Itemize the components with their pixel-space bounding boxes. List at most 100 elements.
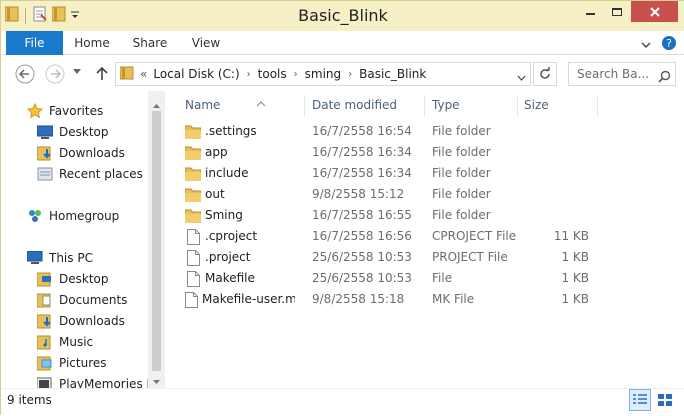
help-icon[interactable]: ? — [661, 35, 677, 54]
file-name-cell[interactable]: .cproject — [185, 226, 295, 247]
file-date: 9/8/2558 15:18 — [312, 292, 405, 306]
back-button[interactable] — [15, 64, 35, 84]
scroll-down-icon[interactable] — [153, 374, 160, 388]
breadcrumb-overflow[interactable]: « — [140, 67, 147, 81]
search-icon[interactable] — [658, 68, 671, 85]
file-name-cell[interactable]: Makefile — [185, 268, 295, 289]
column-divider[interactable] — [424, 95, 425, 117]
column-divider[interactable] — [304, 95, 305, 117]
large-icons-view-button[interactable] — [654, 389, 676, 411]
file-size — [517, 163, 589, 184]
details-view-button[interactable] — [629, 389, 651, 411]
nav-homegroup[interactable]: Homegroup — [27, 206, 119, 226]
search-input[interactable]: Search Ba... — [568, 62, 676, 86]
music-folder-icon — [37, 334, 53, 350]
file-name-cell[interactable]: include — [185, 163, 295, 184]
nav-favorites-downloads[interactable]: Downloads — [37, 143, 125, 163]
nav-pc-documents[interactable]: Documents — [37, 290, 127, 310]
file-name-cell[interactable]: app — [185, 142, 295, 163]
file-row[interactable]: Makefile-user.mk 9/8/2558 15:18 MK File 1 K… — [165, 289, 684, 310]
column-header-name[interactable]: Name — [185, 93, 266, 117]
nav-pc-desktop[interactable]: Desktop — [37, 269, 109, 289]
nav-pc-downloads[interactable]: Downloads — [37, 311, 125, 331]
explorer-window: Basic_Blink File Home Share View ? « Loc… — [0, 0, 684, 416]
tab-file[interactable]: File — [6, 31, 63, 55]
file-row[interactable]: .project 25/6/2558 10:53 PROJECT File 1 KB — [165, 247, 684, 268]
folder-icon — [185, 187, 201, 203]
downloads-icon — [37, 145, 53, 161]
title-bar: Basic_Blink — [1, 1, 684, 31]
nav-favorites-desktop[interactable]: Desktop — [37, 122, 109, 142]
maximize-button[interactable] — [604, 1, 630, 22]
recent-places-icon — [37, 166, 53, 182]
file-row[interactable]: out 9/8/2558 15:12 File folder — [165, 184, 684, 205]
large-icons-view-icon — [658, 394, 672, 406]
file-name: .cproject — [205, 229, 258, 243]
column-header-size[interactable]: Size — [524, 93, 549, 117]
back-arrow-icon — [15, 64, 35, 84]
tab-view[interactable]: View — [181, 31, 231, 55]
refresh-button[interactable] — [533, 62, 557, 86]
file-size: 1 KB — [561, 250, 589, 264]
address-dropdown-icon[interactable] — [517, 70, 526, 84]
file-size — [517, 205, 589, 226]
tab-home[interactable]: Home — [67, 31, 117, 55]
file-size: 1 KB — [561, 292, 589, 306]
nav-pc-pictures[interactable]: Pictures — [37, 353, 107, 373]
column-divider[interactable] — [517, 95, 518, 117]
file-name: Makefile — [205, 271, 255, 285]
file-name-cell[interactable]: .project — [185, 247, 295, 268]
address-bar[interactable]: « Local Disk (C:) › tools › sming › Basi… — [115, 62, 531, 86]
column-header-type[interactable]: Type — [432, 93, 460, 117]
nav-pc-music[interactable]: Music — [37, 332, 93, 352]
nav-pc-playmemories[interactable]: PlayMemories Ho — [37, 374, 148, 388]
breadcrumb-item-sming[interactable]: sming — [305, 67, 342, 81]
file-icon — [185, 291, 198, 308]
minimize-button[interactable] — [577, 1, 603, 22]
file-icon — [185, 228, 201, 245]
file-name: app — [205, 145, 228, 159]
breadcrumb-item-tools[interactable]: tools — [258, 67, 287, 81]
file-size — [517, 184, 589, 205]
breadcrumb-separator-icon[interactable]: › — [247, 69, 251, 80]
pictures-folder-icon — [37, 355, 53, 371]
desktop-icon — [37, 124, 53, 140]
scrollbar-thumb[interactable] — [152, 111, 161, 371]
expand-ribbon-icon[interactable] — [641, 38, 651, 52]
nav-this-pc[interactable]: This PC — [27, 248, 93, 268]
search-placeholder: Search Ba... — [577, 67, 650, 81]
tab-share[interactable]: Share — [125, 31, 175, 55]
nav-favorites[interactable]: Favorites — [27, 101, 103, 121]
close-button[interactable] — [631, 1, 678, 22]
scroll-up-icon[interactable] — [153, 97, 160, 111]
column-header-date[interactable]: Date modified — [312, 93, 397, 117]
column-divider[interactable] — [597, 95, 598, 117]
file-name-cell[interactable]: .settings — [185, 121, 295, 142]
maximize-icon — [612, 7, 622, 16]
breadcrumb-item-basic-blink[interactable]: Basic_Blink — [359, 67, 426, 81]
up-button[interactable] — [95, 65, 109, 81]
breadcrumb-separator-icon[interactable]: › — [348, 69, 352, 80]
file-icon — [185, 270, 201, 287]
file-date: 16/7/2558 16:34 — [312, 166, 412, 180]
navpane-scrollbar[interactable] — [148, 91, 165, 388]
breadcrumb-item-local-disk[interactable]: Local Disk (C:) — [153, 67, 239, 81]
recent-locations-button[interactable] — [73, 69, 81, 75]
file-row[interactable]: Sming 16/7/2558 16:55 File folder — [165, 205, 684, 226]
file-row[interactable]: include 16/7/2558 16:34 File folder — [165, 163, 684, 184]
file-date: 25/6/2558 10:53 — [312, 271, 412, 285]
file-name: out — [205, 187, 225, 201]
file-name-cell[interactable]: out — [185, 184, 295, 205]
breadcrumb-separator-icon[interactable]: › — [294, 69, 298, 80]
file-list: Name Date modified Type Size .settings 16… — [165, 91, 684, 388]
file-name: .settings — [205, 124, 257, 138]
forward-button[interactable] — [45, 64, 65, 84]
file-row[interactable]: Makefile 25/6/2558 10:53 File 1 KB — [165, 268, 684, 289]
file-row[interactable]: app 16/7/2558 16:34 File folder — [165, 142, 684, 163]
file-name-cell[interactable]: Makefile-user.mk — [185, 289, 295, 310]
file-row[interactable]: .cproject 16/7/2558 16:56 CPROJECT File 11 … — [165, 226, 684, 247]
file-row[interactable]: .settings 16/7/2558 16:54 File folder — [165, 121, 684, 142]
nav-favorites-recent-places[interactable]: Recent places — [37, 164, 143, 184]
file-name-cell[interactable]: Sming — [185, 205, 295, 226]
sort-ascending-icon — [256, 90, 266, 114]
